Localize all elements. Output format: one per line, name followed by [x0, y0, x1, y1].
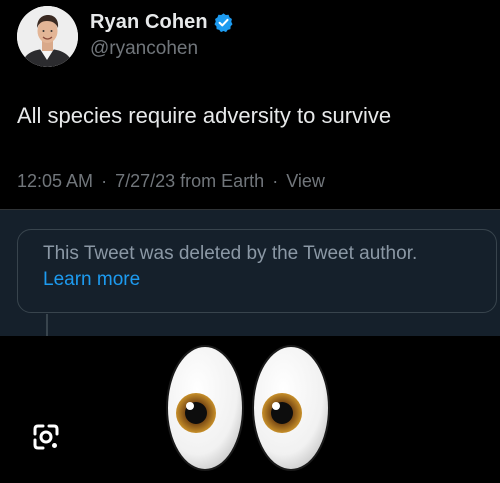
verified-badge-icon	[213, 12, 234, 33]
quoted-tweet-area: This Tweet was deleted by the Tweet auth…	[0, 210, 500, 336]
author-name-row: Ryan Cohen	[90, 9, 234, 35]
eyes-emoji	[163, 343, 335, 473]
deleted-tweet-card: This Tweet was deleted by the Tweet auth…	[17, 229, 497, 313]
tweet-screenshot: Ryan Cohen @ryancohen All species requir…	[0, 0, 500, 483]
avatar[interactable]	[17, 6, 78, 67]
view-link[interactable]: View	[286, 171, 325, 191]
author-display-name[interactable]: Ryan Cohen	[90, 11, 208, 34]
tweet-date[interactable]: 7/27/23	[115, 171, 175, 191]
learn-more-link[interactable]: Learn more	[43, 269, 140, 291]
deleted-tweet-message: This Tweet was deleted by the Tweet auth…	[43, 243, 418, 264]
tweet-meta: 12:05 AM · 7/27/23 from Earth · View	[17, 171, 325, 192]
thread-line	[46, 314, 48, 336]
avatar-image	[17, 6, 78, 67]
tweet-time[interactable]: 12:05 AM	[17, 171, 93, 191]
meta-separator: ·	[272, 171, 279, 191]
google-lens-icon[interactable]	[27, 418, 65, 456]
author-handle[interactable]: @ryancohen	[90, 38, 198, 60]
tweet-source: from Earth	[180, 171, 265, 191]
tweet-text: All species require adversity to survive	[17, 103, 392, 128]
tweet-header: Ryan Cohen @ryancohen	[0, 0, 500, 80]
meta-separator: ·	[101, 171, 108, 191]
